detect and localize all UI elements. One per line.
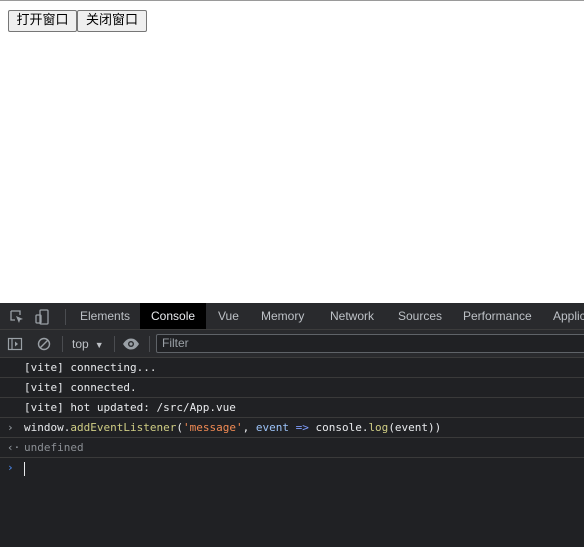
text-caret — [24, 462, 25, 476]
tab-separator — [65, 309, 66, 325]
tab-sources[interactable]: Sources — [398, 303, 442, 329]
console-log: [vite] connecting... [vite] connected. [… — [0, 358, 584, 480]
command-text: window.addEventListener('message', event… — [24, 421, 442, 434]
console-message: [vite] connecting... — [0, 358, 584, 378]
tab-performance[interactable]: Performance — [463, 303, 532, 329]
console-toolbar: top ▼ Filter — [0, 330, 584, 358]
show-sidebar-icon[interactable] — [7, 336, 23, 352]
dropdown-arrow-icon: ▼ — [94, 340, 104, 350]
tab-elements[interactable]: Elements — [80, 303, 130, 329]
result-text: undefined — [24, 441, 84, 454]
devtools-tab-bar: Elements Console Vue Memory Network Sour… — [0, 303, 584, 330]
tab-memory[interactable]: Memory — [261, 303, 304, 329]
prompt-chevron-icon: › — [7, 461, 14, 474]
console-message: [vite] hot updated: /src/App.vue — [0, 398, 584, 418]
filter-input[interactable]: Filter — [156, 334, 584, 353]
tab-vue[interactable]: Vue — [218, 303, 239, 329]
page-content: 打开窗口 关闭窗口 — [0, 0, 584, 303]
chevron-right-icon: › — [7, 421, 14, 434]
message-text: [vite] hot updated: /src/App.vue — [24, 401, 236, 414]
console-message: [vite] connected. — [0, 378, 584, 398]
close-window-button[interactable]: 关闭窗口 — [77, 10, 147, 32]
devtools-panel: Elements Console Vue Memory Network Sour… — [0, 303, 584, 547]
message-text: [vite] connected. — [24, 381, 137, 394]
toolbar-separator — [114, 336, 115, 352]
console-command: › window.addEventListener('message', eve… — [0, 418, 584, 438]
inspect-element-icon[interactable] — [9, 309, 25, 325]
context-selector[interactable]: top ▼ — [72, 335, 104, 353]
tab-console[interactable]: Console — [140, 303, 207, 329]
clear-console-icon[interactable] — [36, 336, 52, 352]
toolbar-separator — [62, 336, 63, 352]
tab-network[interactable]: Network — [330, 303, 374, 329]
return-arrow-icon: ‹· — [7, 441, 21, 454]
device-toolbar-icon[interactable] — [35, 309, 51, 325]
console-prompt[interactable]: › — [0, 458, 584, 480]
console-result: ‹· undefined — [0, 438, 584, 458]
live-expression-eye-icon[interactable] — [122, 336, 139, 352]
open-window-button[interactable]: 打开窗口 — [8, 10, 77, 32]
context-label: top — [72, 337, 89, 351]
tab-application[interactable]: Applic — [553, 303, 584, 329]
message-text: [vite] connecting... — [24, 361, 157, 374]
toolbar-separator — [149, 336, 150, 352]
